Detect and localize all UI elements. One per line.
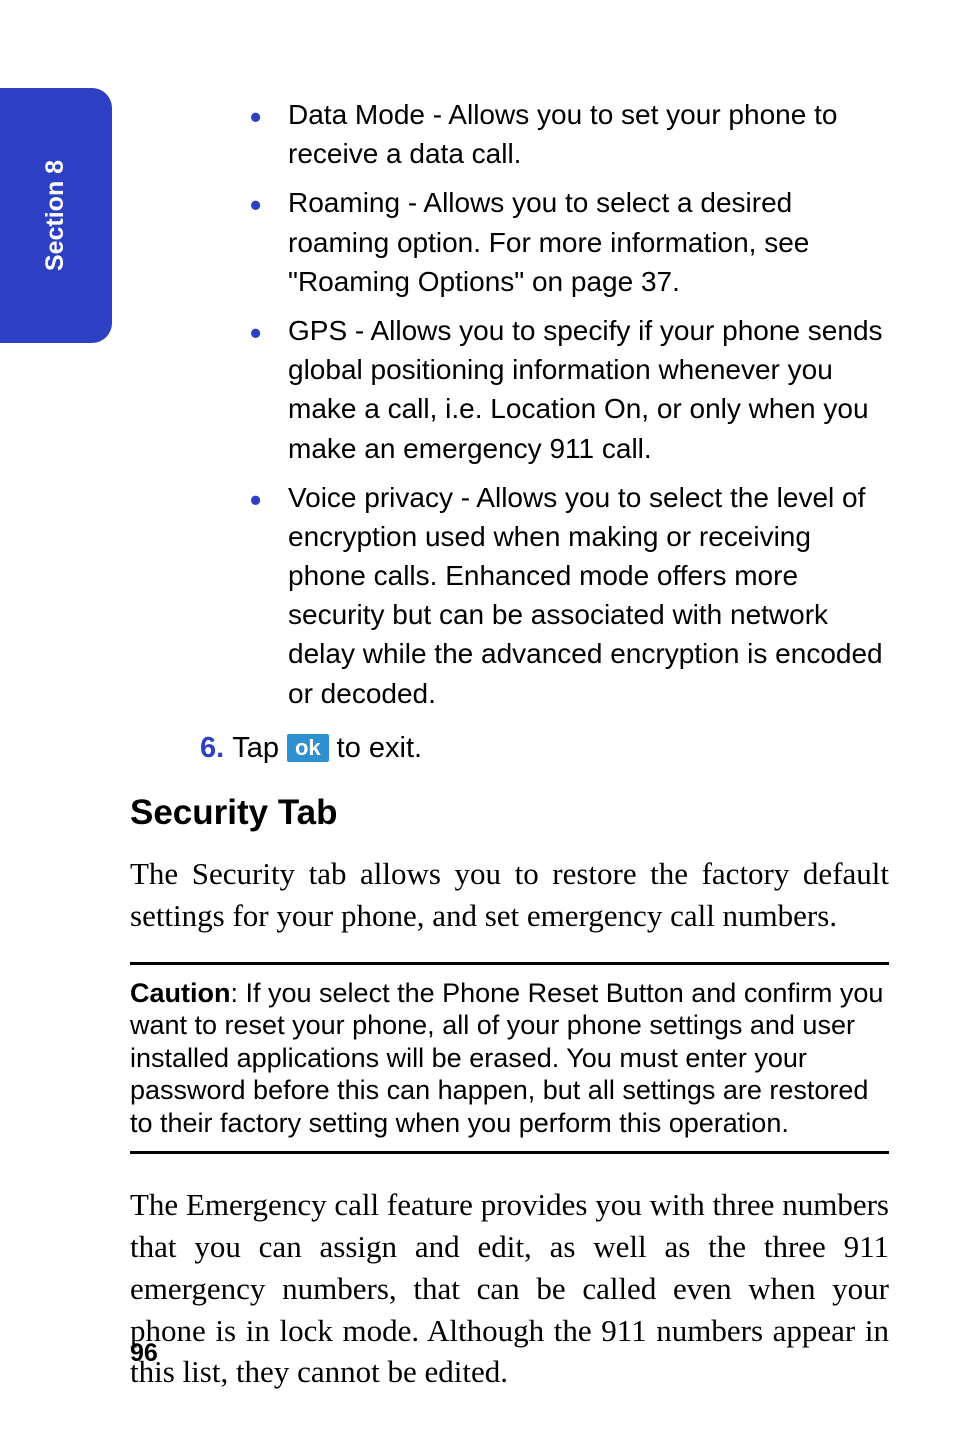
caution-box: Caution: If you select the Phone Reset B… (130, 962, 889, 1154)
bullet-list: Data Mode - Allows you to set your phone… (250, 95, 889, 713)
caution-text: : If you select the Phone Reset Button a… (130, 978, 883, 1138)
page-number: 96 (130, 1339, 158, 1368)
numbered-step: 6. Tap ok to exit. (200, 728, 889, 769)
page-content: Data Mode - Allows you to set your phone… (130, 95, 889, 1418)
bullet-item: Data Mode - Allows you to set your phone… (250, 95, 889, 173)
section-tab-label: Section 8 (42, 160, 71, 271)
paragraph-intro: The Security tab allows you to restore t… (130, 853, 889, 937)
ok-icon: ok (287, 734, 329, 762)
step-text-after: to exit. (337, 728, 422, 769)
section-tab: Section 8 (0, 88, 112, 343)
step-text-before: Tap (232, 728, 279, 769)
security-tab-heading: Security Tab (130, 793, 889, 833)
bullet-item: Voice privacy - Allows you to select the… (250, 478, 889, 713)
paragraph-emergency: The Emergency call feature provides you … (130, 1184, 889, 1393)
bullet-item: GPS - Allows you to specify if your phon… (250, 311, 889, 468)
step-number: 6. (200, 728, 224, 769)
caution-label: Caution (130, 978, 231, 1008)
bullet-item: Roaming - Allows you to select a desired… (250, 183, 889, 301)
